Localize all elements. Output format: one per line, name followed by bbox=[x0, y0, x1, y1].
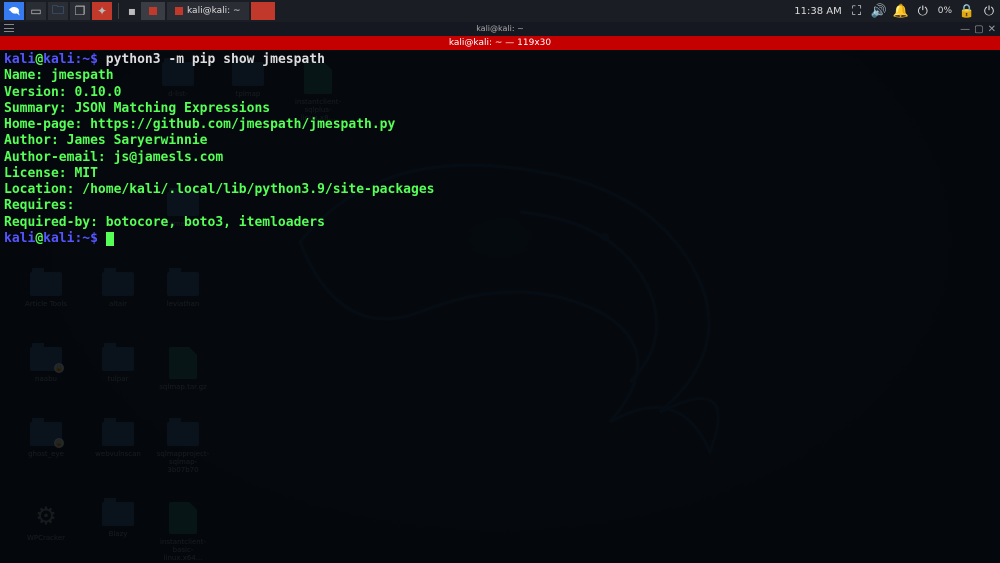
taskbar: ▭ 🗀 ❐ ✦ ▪ kali@kali: ~ 11:38 AM ⛶ 🔊 🔔 ⏻ … bbox=[0, 0, 1000, 22]
taskbar-divider bbox=[118, 3, 119, 19]
taskbar-folder-icon[interactable]: 🗀 bbox=[48, 2, 68, 20]
terminal-output-line: Home-page: https://github.com/jmespath/j… bbox=[4, 117, 395, 132]
menu-icon[interactable] bbox=[4, 24, 14, 32]
terminal-output-line: Summary: JSON Matching Expressions bbox=[4, 101, 270, 116]
notifications-icon[interactable]: 🔔 bbox=[894, 4, 908, 19]
terminal-output-line: Location: /home/kali/.local/lib/python3.… bbox=[4, 182, 434, 197]
taskbar-files-icon[interactable]: ▭ bbox=[26, 2, 46, 20]
terminal-titlebar[interactable]: kali@kali: ~ — ▢ ✕ bbox=[0, 22, 1000, 36]
taskbar-window-button-2[interactable] bbox=[251, 2, 275, 20]
terminal-output-line: Version: 0.10.0 bbox=[4, 85, 121, 100]
terminal-tab-label: kali@kali: ~ — 119x30 bbox=[449, 38, 551, 48]
workspace-1[interactable]: ▪ bbox=[125, 2, 139, 20]
terminal-command: python3 -m pip show jmespath bbox=[98, 52, 325, 67]
network-icon[interactable]: ⏻ bbox=[916, 4, 930, 19]
lock-icon[interactable]: 🔒 bbox=[960, 4, 974, 19]
terminal-output-line: Required-by: botocore, boto3, itemloader… bbox=[4, 215, 325, 230]
volume-icon[interactable]: 🔊 bbox=[872, 4, 886, 19]
terminal-body[interactable]: kali@kali:~$ python3 -m pip show jmespat… bbox=[0, 50, 1000, 563]
terminal-tab[interactable]: kali@kali: ~ — 119x30 bbox=[0, 36, 1000, 50]
clock[interactable]: 11:38 AM bbox=[794, 6, 841, 17]
terminal-output-line: Name: jmespath bbox=[4, 68, 114, 83]
app-menu-icon[interactable] bbox=[4, 2, 24, 20]
terminal-cursor bbox=[106, 232, 114, 246]
workspace-indicator[interactable] bbox=[141, 2, 165, 20]
terminal-output-line: Author: James Saryerwinnie bbox=[4, 133, 208, 148]
taskbar-terminal-icon[interactable]: ❐ bbox=[70, 2, 90, 20]
taskbar-app-icon[interactable]: ✦ bbox=[92, 2, 112, 20]
taskbar-window-button[interactable]: kali@kali: ~ bbox=[167, 2, 249, 20]
minimize-icon[interactable]: — bbox=[960, 23, 970, 37]
terminal-output-line: Requires: bbox=[4, 198, 74, 213]
display-icon[interactable]: ⛶ bbox=[850, 4, 864, 19]
close-icon[interactable]: ✕ bbox=[988, 23, 996, 37]
battery-pct: 0% bbox=[938, 6, 952, 16]
maximize-icon[interactable]: ▢ bbox=[974, 23, 983, 37]
taskbar-window-title: kali@kali: ~ bbox=[187, 6, 241, 16]
power-icon[interactable]: ⏻ bbox=[982, 4, 996, 19]
terminal-window: kali@kali: ~ — ▢ ✕ kali@kali: ~ — 119x30… bbox=[0, 22, 1000, 563]
terminal-title: kali@kali: ~ bbox=[476, 24, 524, 33]
terminal-output-line: Author-email: js@jamesls.com bbox=[4, 150, 223, 165]
terminal-output-line: License: MIT bbox=[4, 166, 98, 181]
